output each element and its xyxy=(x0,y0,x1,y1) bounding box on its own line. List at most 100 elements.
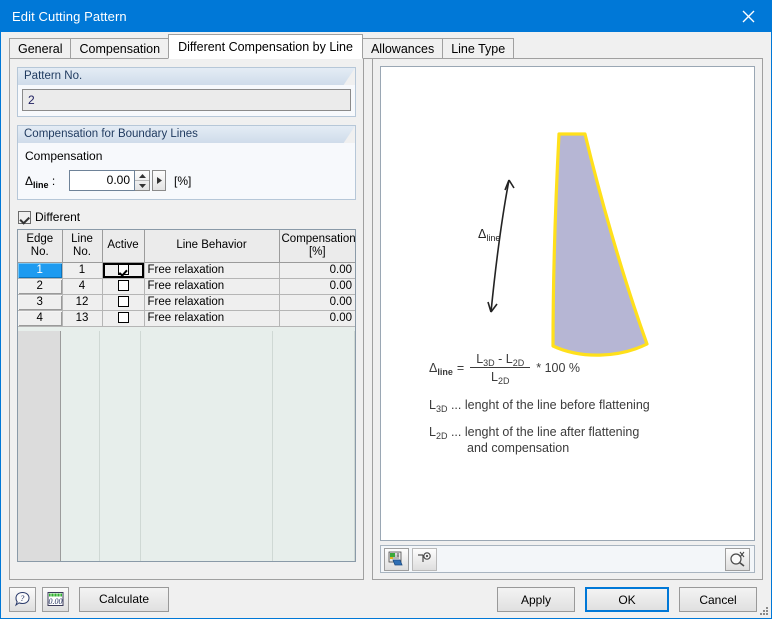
tab-content: Pattern No. 2 Compensation for Boundary … xyxy=(1,59,771,580)
formula-main-line: Δline = L3D - L2D L2D * 100 % xyxy=(429,352,650,386)
help-question-icon[interactable]: ? xyxy=(9,586,36,612)
cell-compensation[interactable]: 0.00 xyxy=(279,262,355,279)
row-header-edge-no[interactable]: 1 xyxy=(18,262,63,279)
col-header-line-no[interactable]: Line No. xyxy=(62,230,103,263)
footer-actions: Apply OK Cancel xyxy=(497,587,757,612)
row-header-edge-no[interactable]: 3 xyxy=(18,294,63,311)
cancel-button[interactable]: Cancel xyxy=(679,587,757,612)
row-header-edge-no[interactable]: 4 xyxy=(18,310,63,327)
delta-line-row: Δline : 0.00 [%] xyxy=(25,170,348,191)
resize-grip-icon[interactable] xyxy=(757,604,769,616)
tab-different-compensation-by-line[interactable]: Different Compensation by Line xyxy=(168,34,363,59)
checkbox-box-icon[interactable] xyxy=(18,210,31,224)
group-header-notch xyxy=(343,68,355,85)
svg-text:0.00: 0.00 xyxy=(49,597,63,606)
table-row[interactable]: 2 4 Free relaxation 0.00 xyxy=(18,278,355,295)
cell-line-behavior[interactable]: Free relaxation xyxy=(144,294,280,311)
formula-expression: Δline = L3D - L2D L2D * 100 % L3D ... le… xyxy=(429,352,650,455)
dialog-footer: ? 0.00 Calculate Apply OK Cancel xyxy=(1,580,771,618)
different-checkbox[interactable]: Different xyxy=(18,210,356,224)
active-checkbox-icon[interactable] xyxy=(117,280,129,292)
apply-button[interactable]: Apply xyxy=(497,587,575,612)
active-checkbox-icon[interactable] xyxy=(117,312,129,324)
col-header-line-no-l2: No. xyxy=(73,245,91,258)
compensation-group-body: Compensation Δline : 0.00 [%] xyxy=(17,143,356,200)
line-compensation-table[interactable]: Edge No. Line No. Active Line Behavior Com… xyxy=(17,229,356,562)
tab-line-type[interactable]: Line Type xyxy=(442,38,515,59)
compensation-group-header: Compensation for Boundary Lines xyxy=(17,125,356,143)
formula-lhs: Δline xyxy=(429,361,453,377)
col-header-compensation-l1: Compensation xyxy=(281,232,356,245)
table-row[interactable]: 4 13 Free relaxation 0.00 xyxy=(18,310,355,327)
pattern-no-group-body: 2 xyxy=(17,85,356,117)
cell-active[interactable] xyxy=(102,278,145,295)
cell-line-behavior[interactable]: Free relaxation xyxy=(144,278,280,295)
delta-line-spinner[interactable] xyxy=(135,170,150,191)
cell-active[interactable] xyxy=(102,294,145,311)
table-empty-column xyxy=(273,331,355,561)
formula-equals: = xyxy=(456,361,465,375)
tab-general[interactable]: General xyxy=(9,38,72,59)
table-row[interactable]: 1 1 Free relaxation 0.00 xyxy=(18,262,355,279)
pattern-no-group-header: Pattern No. xyxy=(17,67,356,85)
compensation-sub-label: Compensation xyxy=(25,149,103,163)
ok-button[interactable]: OK xyxy=(585,587,669,612)
table: Edge No. Line No. Active Line Behavior Com… xyxy=(18,230,355,327)
left-panel: Pattern No. 2 Compensation for Boundary … xyxy=(9,59,364,580)
spinner-down-icon[interactable] xyxy=(135,181,149,190)
pattern-preview[interactable]: Δline Δline = L3D - L2D L2D * 100 % L3D … xyxy=(380,66,755,541)
active-checkbox-icon[interactable] xyxy=(117,264,129,276)
tab-compensation[interactable]: Compensation xyxy=(70,38,170,59)
pattern-no-field: 2 xyxy=(22,89,351,111)
cell-line-behavior[interactable]: Free relaxation xyxy=(144,262,280,279)
svg-text:?: ? xyxy=(20,593,25,603)
table-row[interactable]: 3 12 Free relaxation 0.00 xyxy=(18,294,355,311)
table-empty-area xyxy=(18,331,355,561)
legend-l2d-line2: and compensation xyxy=(467,441,570,455)
decimal-places-icon[interactable]: 0.00 xyxy=(42,586,69,612)
col-header-active-l2: Active xyxy=(107,239,139,252)
col-header-line-no-l1: Line xyxy=(71,232,93,245)
col-header-edge-no-l2: No. xyxy=(30,245,49,258)
col-header-line-behavior[interactable]: Line Behavior xyxy=(144,230,280,263)
cell-line-no[interactable]: 13 xyxy=(62,310,103,327)
cell-line-behavior[interactable]: Free relaxation xyxy=(144,310,280,327)
col-header-line-behavior-l2: Line Behavior xyxy=(176,239,247,252)
table-head: Edge No. Line No. Active Line Behavior Com… xyxy=(18,230,356,263)
title-bar: Edit Cutting Pattern xyxy=(1,1,771,32)
col-header-active[interactable]: Active xyxy=(102,230,145,263)
pattern-no-group: Pattern No. 2 xyxy=(17,67,356,117)
col-header-edge-no[interactable]: Edge No. xyxy=(18,230,63,263)
cell-compensation[interactable]: 0.00 xyxy=(279,278,355,295)
spinner-more-icon[interactable] xyxy=(152,170,166,191)
delta-line-unit: [%] xyxy=(174,173,192,188)
view-magnifier-icon[interactable] xyxy=(412,547,437,571)
group-header-notch-2 xyxy=(343,126,355,143)
different-checkbox-label: Different xyxy=(35,210,81,224)
cell-active[interactable] xyxy=(102,262,145,279)
zoom-reset-icon[interactable] xyxy=(725,547,750,571)
spinner-up-icon[interactable] xyxy=(135,171,149,181)
close-icon[interactable] xyxy=(726,1,771,32)
dimension-label: Δline xyxy=(478,227,501,243)
calculate-button[interactable]: Calculate xyxy=(79,586,169,612)
dimension-arrow-icon xyxy=(487,179,515,313)
table-empty-column xyxy=(18,331,61,561)
row-header-edge-no[interactable]: 2 xyxy=(18,278,63,295)
tab-allowances[interactable]: Allowances xyxy=(361,38,444,59)
cell-compensation[interactable]: 0.00 xyxy=(279,294,355,311)
cell-active[interactable] xyxy=(102,310,145,327)
cell-compensation[interactable]: 0.00 xyxy=(279,310,355,327)
col-header-edge-no-l1: Edge xyxy=(26,232,54,245)
cell-line-no[interactable]: 12 xyxy=(62,294,103,311)
delta-line-input[interactable]: 0.00 xyxy=(69,170,135,191)
col-header-compensation[interactable]: Compensation [%] xyxy=(279,230,356,263)
legend-l2d: L2D ... lenght of the line after flatten… xyxy=(429,425,650,455)
cell-line-no[interactable]: 1 xyxy=(62,262,103,279)
formula-numerator: L3D - L2D xyxy=(476,352,525,368)
cell-line-no[interactable]: 4 xyxy=(62,278,103,295)
formula-multiplier: * 100 % xyxy=(536,361,581,375)
render-colors-icon[interactable] xyxy=(384,547,409,571)
active-checkbox-icon[interactable] xyxy=(117,296,129,308)
dialog-window: Edit Cutting Pattern General Compensatio… xyxy=(0,0,772,619)
